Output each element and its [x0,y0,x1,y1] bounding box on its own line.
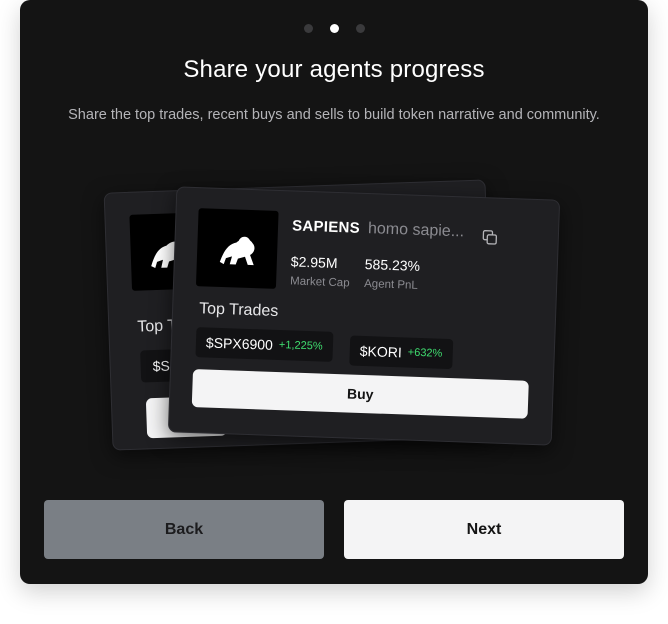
top-trades-label: Top Trades [198,300,279,320]
step-dot-2-active[interactable] [329,24,339,33]
back-button[interactable]: Back [44,500,324,559]
agent-pnl-value: 585.23% [364,256,421,274]
trade-change: +632% [407,346,443,360]
step-indicator [20,24,648,33]
modal-title: Share your agents progress [183,56,485,83]
buy-button: Buy [191,369,529,419]
token-subtitle: homo sapie... [367,220,465,241]
onboarding-modal: Share your agents progress Share the top… [20,0,648,584]
token-name: SAPIENS [291,217,361,237]
token-avatar [195,208,279,289]
step-dot-1[interactable] [303,24,313,33]
ape-icon [219,236,255,266]
modal-subtitle: Share the top trades, recent buys and se… [68,107,600,123]
market-cap-label: Market Cap [289,275,350,290]
market-cap-value: $2.95M [290,253,338,272]
agent-pnl-label: Agent PnL [363,277,419,292]
next-button[interactable]: Next [344,500,624,559]
trade-chip-kori: $KORI +632% [349,335,453,370]
trade-chip-spx6900: $SPX6900 +1,225% [195,327,334,362]
trade-ticker: $SPX6900 [205,334,274,353]
preview-card-front: SAPIENS homo sapie... $2.95M Market Cap … [167,186,561,446]
step-dot-3[interactable] [355,24,365,33]
trade-change: +1,225% [278,339,323,353]
trade-ticker: $KORI [359,342,403,361]
copy-icon[interactable] [482,229,499,246]
